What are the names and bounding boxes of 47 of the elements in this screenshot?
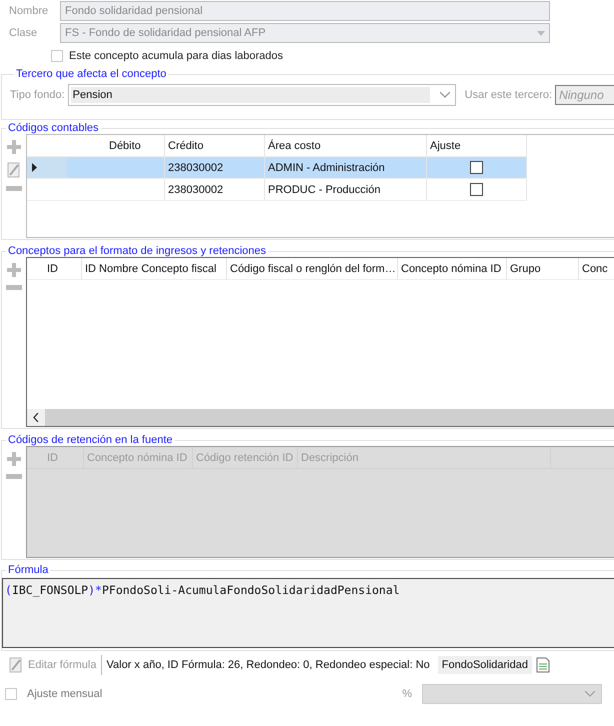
column-header[interactable]: Concepto nómina ID [398,258,507,280]
group-title: Tercero que afecta el concepto [15,68,168,80]
percent-label: % [402,688,412,700]
column-header[interactable]: Conc [579,258,614,280]
add-icon[interactable] [7,263,21,277]
add-icon[interactable] [7,452,21,466]
table-cell: 238030002 [168,184,224,196]
table-cell: PRODUC - Producción [268,184,380,196]
remove-icon[interactable] [6,474,22,479]
table-row[interactable]: 238030002 ADMIN - Administración [27,157,527,179]
table-cell: ADMIN - Administración [268,162,385,174]
formula-info: Valor x año, ID Fórmula: 26, Redondeo: 0, Redondeo especial: No [106,659,430,671]
checkbox[interactable] [470,161,483,174]
field-label: Clase [8,27,38,39]
dropdown-arrow-icon [537,30,545,36]
remove-icon[interactable] [6,186,22,191]
chevron-down-icon [585,691,595,697]
field-label: Tipo fondo: [10,89,65,101]
field-label: Nombre [8,5,50,17]
group-title: Códigos contables [7,122,100,134]
horizontal-scrollbar[interactable] [27,409,614,426]
fund-type-dropdown[interactable]: Pension [68,84,456,106]
chevron-down-icon [440,92,450,98]
edit-icon[interactable] [7,162,21,178]
percent-dropdown[interactable] [422,684,602,704]
edit-icon [9,657,23,673]
row-pointer-icon [32,163,37,172]
column-header[interactable]: ID [44,258,82,280]
checkbox-label: Ajuste mensual [27,688,102,700]
group-title: Conceptos para el formato de ingresos y retenciones [7,245,268,257]
column-header[interactable]: ID Nombre Concepto fiscal [82,258,227,280]
group-title: Fórmula [7,564,50,576]
formula-editor[interactable]: (IBC_FONSOLP)*PFondoSoli-AcumulaFondoSolidaridadPensional [2,578,614,648]
scroll-left-icon[interactable] [27,409,45,426]
table-cell: 238030002 [168,162,224,174]
checkbox-label: Este concepto acumula para dias laborados [69,50,284,62]
column-header[interactable]: Código fiscal o renglón del form… [227,258,398,280]
checkbox[interactable] [470,183,483,196]
third-party-field[interactable]: Ninguno [555,85,614,105]
column-header[interactable]: Grupo [507,258,579,280]
document-icon[interactable] [536,657,550,673]
add-icon[interactable] [7,140,21,154]
group-title: Códigos de retención en la fuente [7,434,174,446]
field-label: Usar este tercero: [464,89,552,101]
table-row[interactable]: 238030002 PRODUC - Producción [27,179,527,201]
formula-name: FondoSolidaridad [438,656,532,674]
remove-icon[interactable] [6,285,22,290]
